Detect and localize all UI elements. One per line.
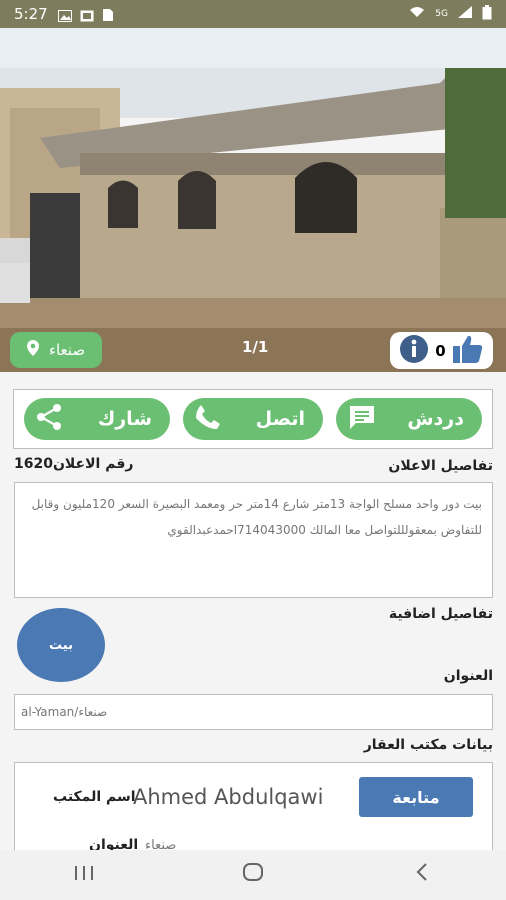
- property-type-badge: بيت: [17, 608, 105, 682]
- status-bar: 5:27 5G: [0, 0, 506, 28]
- chat-button[interactable]: دردش: [336, 398, 482, 440]
- extra-details-title: تفاصيل اضافية: [388, 606, 493, 622]
- actions-card: شارك اتصل دردش: [13, 389, 493, 449]
- office-card: متابعة Ahmed Abdulqawi اسم المكتب العنوا…: [14, 762, 493, 862]
- call-button[interactable]: اتصل: [183, 398, 323, 440]
- property-photo[interactable]: [0, 28, 506, 372]
- home-button[interactable]: [223, 862, 283, 888]
- photo-counter: 1/1: [242, 338, 269, 356]
- phone-icon: [195, 404, 221, 435]
- status-right: 5G: [409, 4, 492, 24]
- wifi-icon: [409, 6, 425, 22]
- location-label: صنعاء: [48, 341, 86, 359]
- share-label: شارك: [97, 408, 152, 430]
- info-icon[interactable]: [399, 334, 429, 368]
- sim-card-icon: [102, 8, 116, 21]
- share-button[interactable]: شارك: [24, 398, 170, 440]
- ad-description-field[interactable]: بيت دور واحد مسلح الواجة 13متر شارع 14مت…: [14, 482, 493, 598]
- battery-icon: [482, 4, 492, 24]
- ad-number: رقم الاعلان1620: [14, 456, 134, 472]
- chat-label: دردش: [407, 408, 464, 430]
- gallery-notification-icon: [80, 8, 94, 22]
- follow-button[interactable]: متابعة: [359, 777, 473, 817]
- chat-icon: [348, 404, 376, 435]
- like-count: 0: [435, 341, 446, 360]
- office-name: Ahmed Abdulqawi: [133, 785, 324, 809]
- ad-details-title: تفاصيل الاعلان: [388, 458, 493, 474]
- address-field[interactable]: al-Yaman/صنعاء: [14, 694, 493, 730]
- image-notification-icon: [57, 8, 72, 22]
- location-pin-icon: [26, 340, 39, 360]
- back-button[interactable]: [392, 862, 452, 888]
- status-time: 5:27: [14, 5, 48, 23]
- like-box: 0: [390, 332, 493, 369]
- address-title: العنوان: [443, 668, 493, 684]
- office-name-label: اسم المكتب: [53, 789, 136, 805]
- office-section-title: بيانات مكتب العقار: [363, 737, 493, 753]
- signal-icon: [458, 6, 472, 22]
- share-icon: [36, 403, 62, 436]
- call-label: اتصل: [255, 408, 305, 430]
- location-chip[interactable]: صنعاء: [10, 332, 102, 368]
- recent-apps-button[interactable]: [54, 863, 114, 888]
- network-label: 5G: [435, 9, 448, 19]
- thumbs-up-icon[interactable]: [452, 334, 484, 368]
- system-nav-bar: [0, 850, 506, 900]
